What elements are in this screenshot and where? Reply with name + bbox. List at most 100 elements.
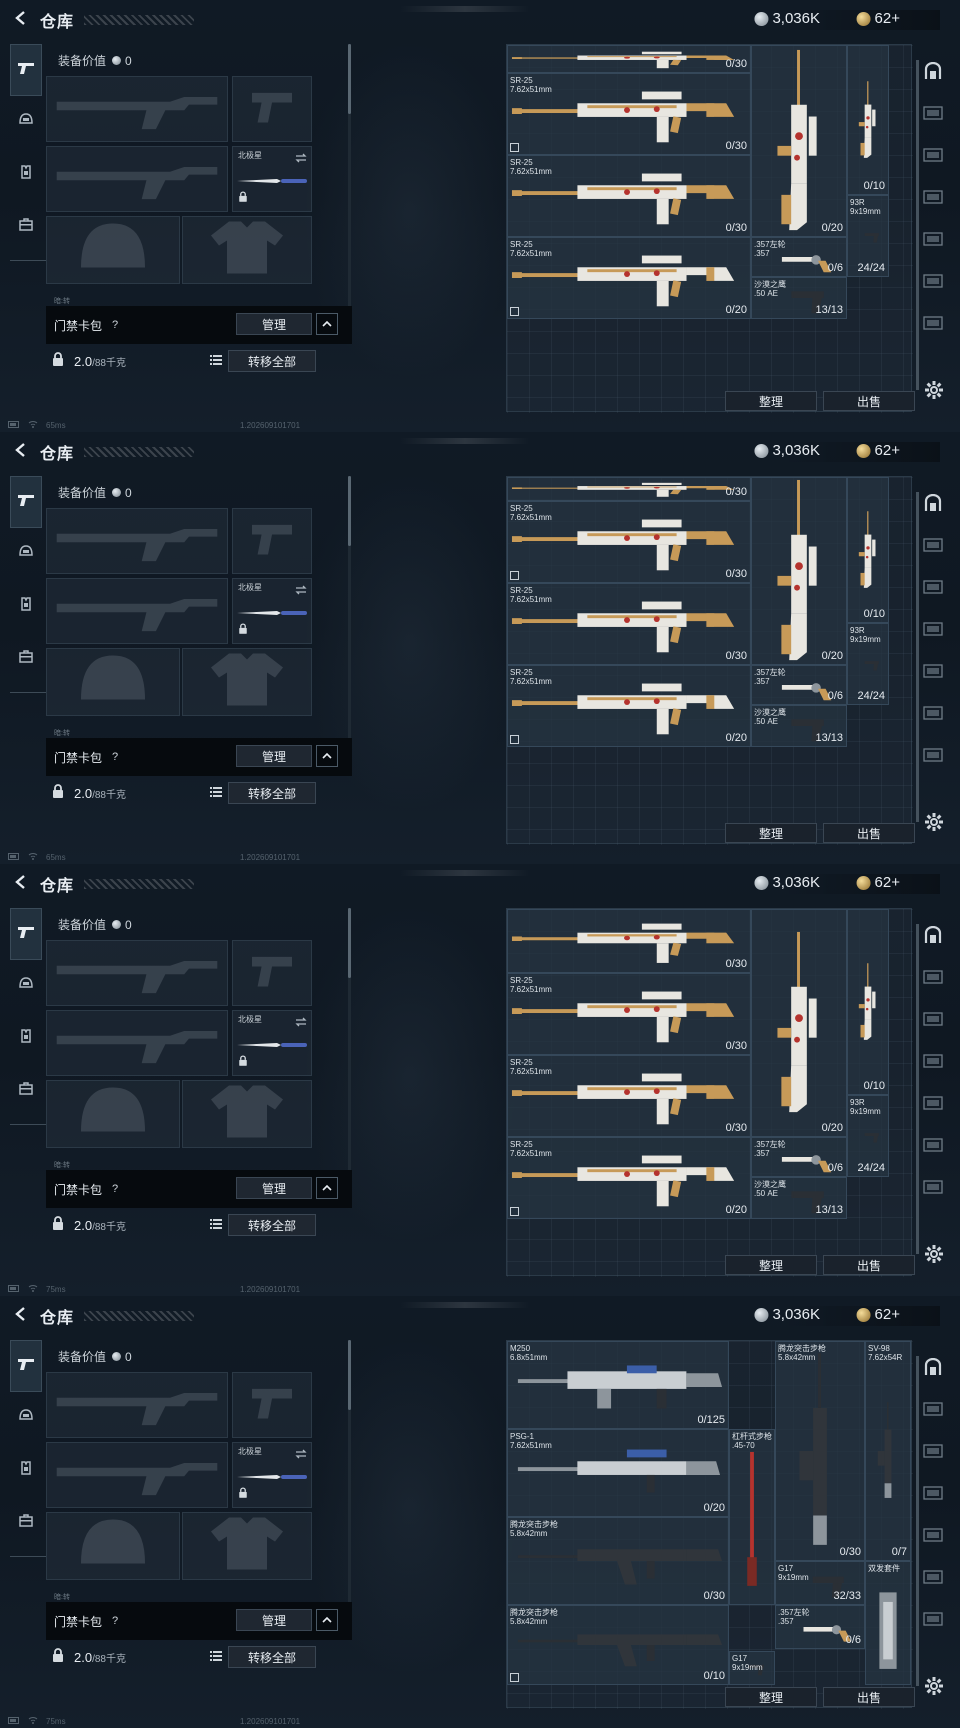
storage-item[interactable]: .357左轮 .357 0/6 [775, 1605, 865, 1649]
tab-backpack[interactable] [10, 200, 42, 252]
swap-icon[interactable] [295, 582, 307, 600]
storage-item[interactable]: 0/30 [507, 477, 751, 501]
list-view-button[interactable] [206, 782, 226, 804]
storage-item[interactable]: .357左轮 .357 0/6 [751, 237, 847, 277]
tab-weapons[interactable] [10, 44, 42, 96]
loadout-scrollbar[interactable] [348, 44, 351, 114]
transfer-all-button[interactable]: 转移全部 [228, 350, 316, 372]
manage-button[interactable]: 管理 [236, 745, 312, 767]
tab-weapons[interactable] [10, 908, 42, 960]
secondary-weapon-slot[interactable] [46, 1442, 228, 1508]
armor-slot[interactable] [182, 216, 312, 284]
manage-button[interactable]: 管理 [236, 1609, 312, 1631]
tab-armor[interactable] [10, 1444, 42, 1496]
storage-item[interactable]: G17 9x19mm 32/33 [775, 1561, 865, 1605]
storage-tab-6[interactable] [920, 1558, 946, 1600]
storage-item[interactable]: SV-98 7.62x54R 0/7 [865, 1341, 911, 1561]
storage-item[interactable]: M250 6.8x51mm 0/125 [507, 1341, 729, 1429]
pistol-slot[interactable] [232, 508, 312, 574]
tab-helmet[interactable] [10, 528, 42, 580]
tab-weapons[interactable] [10, 476, 42, 528]
storage-item[interactable]: SR-25 7.62x51mm 0/30 [507, 155, 751, 237]
sell-button[interactable]: 出售 [823, 1255, 915, 1275]
sell-button[interactable]: 出售 [823, 1687, 915, 1707]
silver-currency[interactable]: 3,036K [754, 10, 820, 27]
gold-currency[interactable]: 62+ [856, 1306, 900, 1323]
gold-currency[interactable]: 62+ [856, 442, 900, 459]
settings-button[interactable] [924, 1244, 946, 1266]
transfer-all-button[interactable]: 转移全部 [228, 1214, 316, 1236]
tab-backpack[interactable] [10, 1064, 42, 1116]
storage-tab-5[interactable] [920, 652, 946, 694]
storage-item[interactable]: G17 9x19mm [729, 1651, 775, 1685]
help-icon[interactable]: ? [112, 751, 118, 763]
storage-tab-4[interactable] [920, 610, 946, 652]
armor-slot[interactable] [182, 1512, 312, 1580]
storage-item[interactable]: 沙漠之鹰 .50 AE 13/13 [751, 705, 847, 747]
help-icon[interactable]: ? [112, 319, 118, 331]
gold-currency[interactable]: 62+ [856, 874, 900, 891]
storage-scrollbar[interactable] [916, 492, 919, 822]
storage-tab-6[interactable] [920, 694, 946, 736]
transfer-all-button[interactable]: 转移全部 [228, 782, 316, 804]
storage-tab-2[interactable] [920, 94, 946, 136]
list-view-button[interactable] [206, 350, 226, 372]
help-icon[interactable]: ? [112, 1183, 118, 1195]
storage-item[interactable]: 沙漠之鹰 .50 AE 13/13 [751, 1177, 847, 1219]
silver-currency[interactable]: 3,036K [754, 442, 820, 459]
tab-armor[interactable] [10, 1012, 42, 1064]
storage-item[interactable]: 杠杆式步枪 .45-70 [729, 1429, 775, 1605]
storage-item[interactable]: 沙漠之鹰 .50 AE 13/13 [751, 277, 847, 319]
primary-weapon-slot[interactable] [46, 508, 228, 574]
storage-tab-4[interactable] [920, 1042, 946, 1084]
storage-item[interactable]: 双发套件 [865, 1561, 911, 1685]
sell-button[interactable]: 出售 [823, 391, 915, 411]
storage-tab-6[interactable] [920, 262, 946, 304]
tab-armor[interactable] [10, 148, 42, 200]
primary-weapon-slot[interactable] [46, 940, 228, 1006]
storage-item[interactable]: 0/10 [847, 45, 889, 195]
pistol-slot[interactable] [232, 1372, 312, 1438]
manage-button[interactable]: 管理 [236, 1177, 312, 1199]
silver-currency[interactable]: 3,036K [754, 874, 820, 891]
storage-item[interactable]: 0/30 [507, 909, 751, 973]
armor-slot[interactable] [182, 648, 312, 716]
melee-slot[interactable]: 北极星 [232, 1442, 312, 1508]
storage-scrollbar[interactable] [916, 60, 919, 390]
storage-item[interactable]: 0/20 [751, 909, 847, 1137]
storage-tab-4[interactable] [920, 178, 946, 220]
storage-tab-all[interactable] [920, 52, 946, 94]
list-view-button[interactable] [206, 1646, 226, 1668]
storage-scrollbar[interactable] [916, 1356, 919, 1686]
gold-currency[interactable]: 62+ [856, 10, 900, 27]
pistol-slot[interactable] [232, 76, 312, 142]
storage-tab-2[interactable] [920, 958, 946, 1000]
silver-currency[interactable]: 3,036K [754, 1306, 820, 1323]
tab-helmet[interactable] [10, 1392, 42, 1444]
swap-icon[interactable] [295, 1446, 307, 1464]
tab-weapons[interactable] [10, 1340, 42, 1392]
storage-item[interactable]: PSG-1 7.62x51mm 0/20 [507, 1429, 729, 1517]
back-button[interactable] [12, 874, 30, 893]
collapse-button[interactable] [316, 1177, 338, 1199]
storage-tab-3[interactable] [920, 1000, 946, 1042]
back-button[interactable] [12, 1306, 30, 1325]
sell-button[interactable]: 出售 [823, 823, 915, 843]
sort-button[interactable]: 整理 [725, 391, 817, 411]
loadout-scrollbar[interactable] [348, 1340, 351, 1410]
helmet-slot[interactable] [46, 216, 180, 284]
primary-weapon-slot[interactable] [46, 1372, 228, 1438]
primary-weapon-slot[interactable] [46, 76, 228, 142]
storage-item[interactable]: SR-25 7.62x51mm 0/20 [507, 237, 751, 319]
list-view-button[interactable] [206, 1214, 226, 1236]
storage-item[interactable]: .357左轮 .357 0/6 [751, 665, 847, 705]
pistol-slot[interactable] [232, 940, 312, 1006]
storage-item[interactable]: SR-25 7.62x51mm 0/20 [507, 665, 751, 747]
storage-item[interactable]: SR-25 7.62x51mm 0/30 [507, 973, 751, 1055]
transfer-all-button[interactable]: 转移全部 [228, 1646, 316, 1668]
storage-tab-2[interactable] [920, 1390, 946, 1432]
storage-item[interactable]: .357左轮 .357 0/6 [751, 1137, 847, 1177]
swap-icon[interactable] [295, 1014, 307, 1032]
settings-button[interactable] [924, 1676, 946, 1698]
storage-tab-all[interactable] [920, 484, 946, 526]
